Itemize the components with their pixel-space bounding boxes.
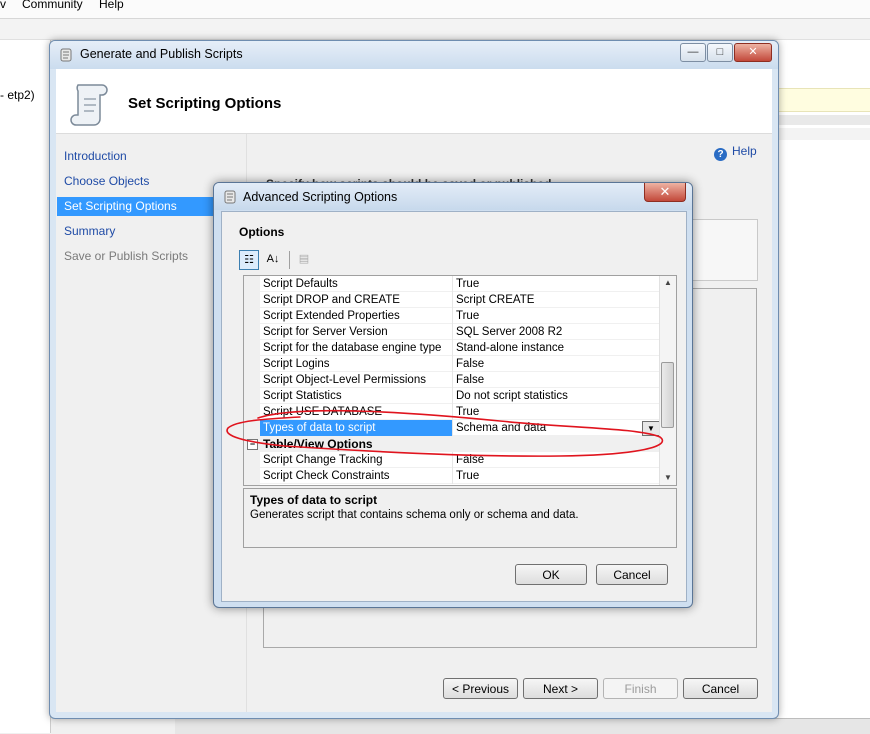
property-value[interactable]: False bbox=[456, 356, 656, 372]
toolbar-separator bbox=[289, 251, 290, 269]
dialog-client: Options ☷ A↓ ▤ Script Defaults True Scrip… bbox=[221, 211, 687, 602]
categorized-icon[interactable]: ☷ bbox=[239, 250, 259, 270]
help-link[interactable]: ? Help bbox=[714, 144, 757, 161]
background-strip-2 bbox=[777, 128, 870, 140]
page-title: Set Scripting Options bbox=[128, 95, 282, 112]
property-value[interactable]: Do not script statistics bbox=[456, 388, 656, 404]
background-toolbar bbox=[0, 19, 870, 40]
property-name: Script Change Tracking bbox=[263, 454, 383, 466]
property-name: Types of data to script bbox=[260, 420, 452, 436]
maximize-button[interactable]: □ bbox=[707, 43, 733, 62]
property-name: Script for the database engine type bbox=[263, 342, 442, 354]
property-row[interactable]: Script for Server Version SQL Server 2008… bbox=[260, 324, 660, 340]
minimize-button[interactable]: — bbox=[680, 43, 706, 62]
property-row[interactable]: Script Extended Properties True bbox=[260, 308, 660, 324]
dialog-title: Advanced Scripting Options bbox=[243, 190, 398, 204]
property-row[interactable]: Script Check Constraints True bbox=[260, 468, 660, 484]
menu-item-community[interactable]: Community bbox=[22, 0, 83, 11]
alphabetical-sort-icon[interactable]: A↓ bbox=[263, 250, 283, 270]
advanced-scripting-options-dialog: Advanced Scripting Options ✕ Options ☷ A… bbox=[213, 182, 693, 608]
property-row[interactable]: Script DROP and CREATE Script CREATE bbox=[260, 292, 660, 308]
property-value[interactable]: True bbox=[456, 468, 656, 484]
property-name: Script Logins bbox=[263, 358, 330, 370]
script-icon bbox=[60, 48, 72, 62]
wizard-titlebar[interactable]: Generate and Publish Scripts — □ ✕ bbox=[50, 41, 778, 69]
grid-gutter bbox=[244, 276, 260, 485]
property-name: Script Statistics bbox=[263, 390, 342, 402]
vertical-scrollbar[interactable]: ▲ ▼ bbox=[659, 276, 676, 485]
collapse-icon[interactable]: − bbox=[247, 439, 258, 450]
scroll-up-icon[interactable]: ▲ bbox=[660, 276, 676, 290]
background-menubar: v Community Help bbox=[0, 0, 870, 19]
description-panel: Types of data to script Generates script… bbox=[243, 488, 677, 548]
help-label: Help bbox=[732, 144, 757, 158]
help-icon: ? bbox=[714, 148, 727, 161]
property-value[interactable]: Script CREATE bbox=[456, 292, 656, 308]
category-label: Table/View Options bbox=[263, 437, 373, 451]
dialog-titlebar[interactable]: Advanced Scripting Options ✕ bbox=[214, 183, 692, 210]
property-row[interactable]: Script Statistics Do not script statistic… bbox=[260, 388, 660, 404]
dropdown-arrow-icon[interactable]: ▼ bbox=[642, 421, 660, 436]
wizard-header: Set Scripting Options bbox=[56, 69, 772, 134]
property-row[interactable]: Script Change Tracking False bbox=[260, 452, 660, 468]
property-value[interactable]: Stand-alone instance bbox=[456, 340, 656, 356]
property-value[interactable]: True bbox=[456, 276, 656, 292]
property-row[interactable]: Script Object-Level Permissions False bbox=[260, 372, 660, 388]
menu-item-help[interactable]: Help bbox=[99, 0, 124, 11]
property-grid: Script Defaults True Script DROP and CREA… bbox=[243, 275, 677, 486]
property-name: Script for Server Version bbox=[263, 326, 388, 338]
property-row[interactable]: Script USE DATABASE True bbox=[260, 404, 660, 420]
property-row-selected[interactable]: Types of data to script Schema and data ▼ bbox=[260, 420, 660, 436]
menu-item-view[interactable]: v bbox=[0, 0, 6, 11]
property-value[interactable]: True bbox=[456, 308, 656, 324]
dialog-cancel-button[interactable]: Cancel bbox=[596, 564, 668, 585]
property-name: Script Check Constraints bbox=[263, 470, 390, 482]
property-value[interactable]: False bbox=[456, 372, 656, 388]
nav-item-introduction[interactable]: Introduction bbox=[57, 147, 245, 166]
background-status-area bbox=[175, 718, 870, 734]
script-icon bbox=[224, 190, 236, 204]
background-tree-text: - etp2) bbox=[0, 88, 35, 102]
category-row-table-view-options[interactable]: − Table/View Options bbox=[244, 436, 660, 452]
finish-button: Finish bbox=[603, 678, 678, 699]
window-controls: — □ ✕ bbox=[680, 43, 772, 62]
property-name: Script Defaults bbox=[263, 278, 338, 290]
property-pages-icon: ▤ bbox=[298, 253, 310, 265]
background-strip bbox=[777, 115, 870, 125]
background-info-bar bbox=[777, 88, 870, 112]
background-right-pane bbox=[777, 40, 870, 733]
wizard-title: Generate and Publish Scripts bbox=[80, 47, 243, 61]
property-value[interactable]: SQL Server 2008 R2 bbox=[456, 324, 656, 340]
previous-button[interactable]: < Previous bbox=[443, 678, 518, 699]
description-text: Generates script that contains schema on… bbox=[250, 509, 579, 521]
scroll-down-icon[interactable]: ▼ bbox=[660, 471, 676, 485]
property-name: Script USE DATABASE bbox=[263, 406, 383, 418]
background-object-explorer: - etp2) bbox=[0, 40, 51, 733]
property-value[interactable]: False bbox=[456, 452, 656, 468]
scroll-icon bbox=[70, 84, 108, 126]
property-value[interactable]: Schema and data bbox=[456, 420, 656, 436]
wizard-cancel-button[interactable]: Cancel bbox=[683, 678, 758, 699]
property-row[interactable]: Script Logins False bbox=[260, 356, 660, 372]
ok-button[interactable]: OK bbox=[515, 564, 587, 585]
property-name: Script Extended Properties bbox=[263, 310, 400, 322]
options-label: Options bbox=[239, 225, 285, 239]
next-button[interactable]: Next > bbox=[523, 678, 598, 699]
property-row[interactable]: Script Defaults True bbox=[260, 276, 660, 292]
dialog-close-button[interactable]: ✕ bbox=[644, 183, 686, 202]
property-grid-toolbar: ☷ A↓ ▤ bbox=[239, 249, 669, 271]
scrollbar-thumb[interactable] bbox=[661, 362, 674, 428]
close-button[interactable]: ✕ bbox=[734, 43, 772, 62]
property-name: Script DROP and CREATE bbox=[263, 294, 400, 306]
description-title: Types of data to script bbox=[250, 493, 378, 507]
property-value[interactable]: True bbox=[456, 404, 656, 420]
property-name: Script Object-Level Permissions bbox=[263, 374, 426, 386]
property-row[interactable]: Script for the database engine type Stand… bbox=[260, 340, 660, 356]
